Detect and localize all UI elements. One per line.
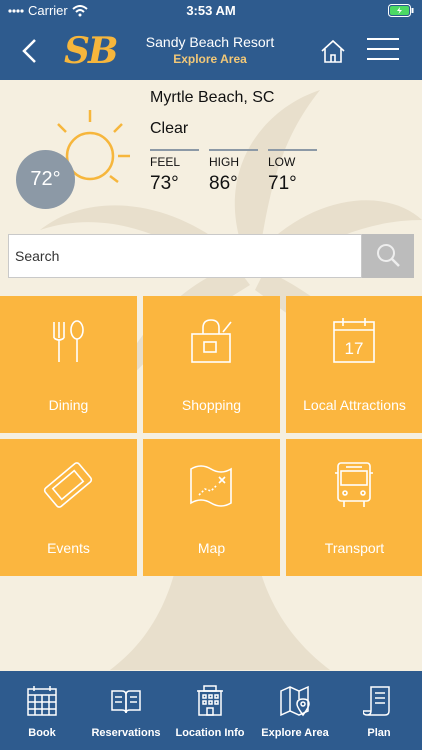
tab-explore-area[interactable]: Explore Area: [253, 671, 337, 750]
current-temperature: 72°: [16, 150, 75, 209]
tile-dining[interactable]: Dining: [0, 296, 137, 433]
home-icon[interactable]: [320, 38, 346, 64]
back-arrow-icon[interactable]: [18, 36, 42, 66]
status-bar: Carrier 3:53 AM: [0, 0, 422, 22]
nav-bar: SB Sandy Beach Resort Explore Area: [0, 22, 422, 80]
nav-subtitle: Explore Area: [173, 52, 247, 66]
tab-label: Plan: [367, 727, 391, 739]
calendar-icon: 17: [333, 318, 375, 363]
tile-label: Shopping: [181, 397, 242, 413]
bottom-tab-bar: Book Reservations Location Info Explore …: [0, 671, 422, 750]
scroll-icon: [363, 686, 390, 716]
battery-icon: [388, 4, 414, 20]
search-input[interactable]: [9, 235, 361, 277]
tile-map[interactable]: Map: [143, 439, 280, 576]
feel-stat: FEEL 73°: [150, 149, 199, 195]
resort-logo: SB: [64, 30, 118, 72]
tab-reservations[interactable]: Reservations: [84, 671, 168, 750]
tab-book[interactable]: Book: [0, 671, 84, 750]
high-label: HIGH: [209, 155, 239, 169]
bus-icon: [335, 462, 373, 507]
shopping-bag-icon: [191, 319, 232, 363]
high-value: 86°: [209, 173, 238, 194]
tile-local-attractions[interactable]: 17 Local Attractions: [286, 296, 422, 433]
tile-label: Map: [197, 540, 226, 556]
weather-location: Myrtle Beach, SC: [150, 89, 275, 106]
high-stat: HIGH 86°: [209, 149, 258, 195]
status-time: 3:53 AM: [186, 3, 236, 18]
search-button[interactable]: [362, 234, 414, 278]
map-pin-icon: [280, 685, 310, 717]
feel-value: 73°: [150, 173, 179, 194]
low-label: LOW: [268, 155, 296, 169]
tile-label: Events: [47, 540, 90, 556]
tile-shopping[interactable]: Shopping: [143, 296, 280, 433]
calendar-grid-icon: [27, 686, 57, 716]
building-icon: [197, 685, 223, 716]
tile-label: Dining: [48, 397, 89, 413]
tile-label: Local Attractions: [303, 397, 406, 413]
nav-title: Sandy Beach Resort: [145, 34, 275, 50]
dining-icon: [53, 320, 84, 362]
tile-transport[interactable]: Transport: [286, 439, 422, 576]
map-icon: [190, 465, 232, 507]
search-box: [8, 234, 362, 278]
tab-plan[interactable]: Plan: [337, 671, 421, 750]
tile-events[interactable]: Events: [0, 439, 137, 576]
low-stat: LOW 71°: [268, 149, 317, 195]
tab-location-info[interactable]: Location Info: [168, 671, 252, 750]
search-icon: [377, 244, 400, 267]
calendar-icon-text: 17: [345, 339, 364, 358]
hamburger-menu-icon[interactable]: [367, 38, 399, 62]
book-icon: [111, 690, 141, 714]
feel-label: FEEL: [150, 155, 181, 169]
tile-label: Transport: [324, 540, 385, 556]
ticket-icon: [43, 462, 93, 508]
low-value: 71°: [268, 173, 297, 194]
weather-condition: Clear: [150, 120, 189, 137]
